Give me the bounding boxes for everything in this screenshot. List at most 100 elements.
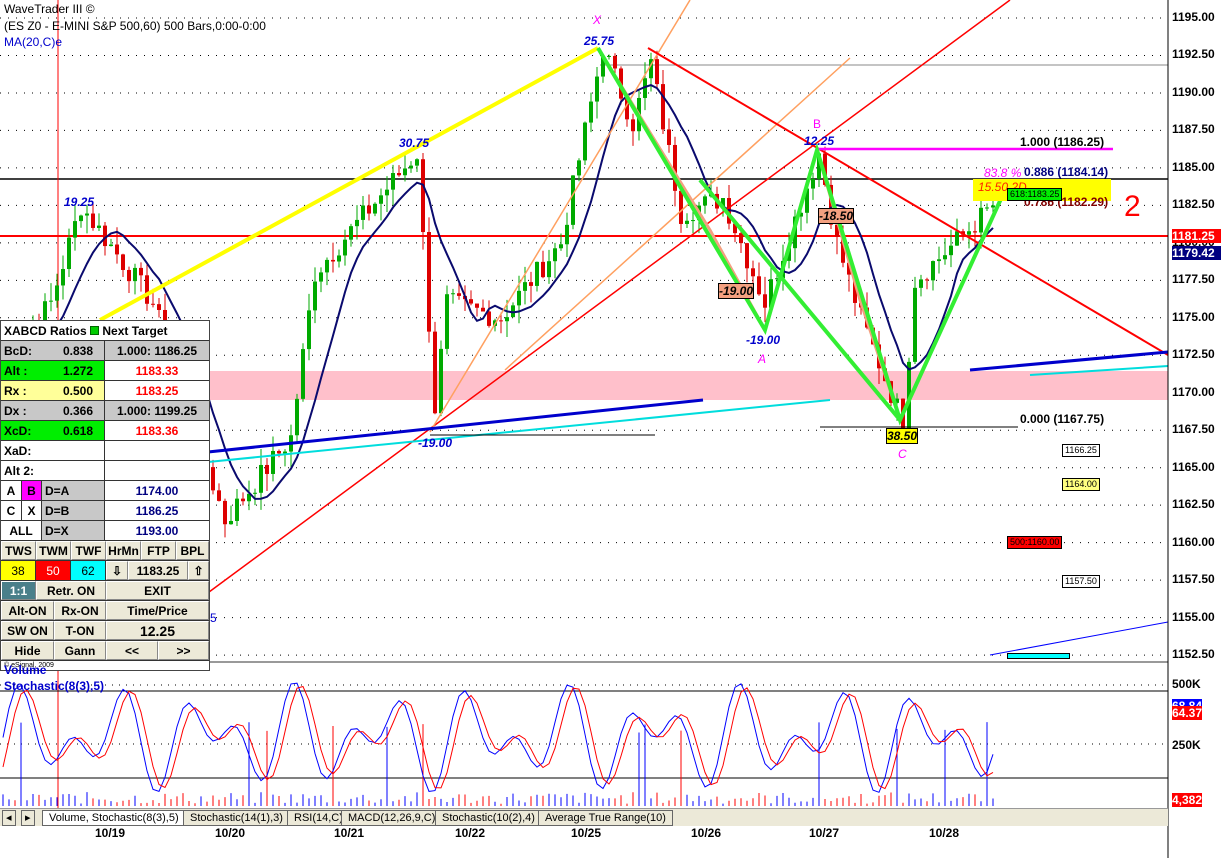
y-tick-label: 1182.50 bbox=[1172, 197, 1215, 212]
volume-bars bbox=[2, 722, 994, 806]
hide-button[interactable]: Hide bbox=[1, 641, 54, 660]
candle bbox=[667, 129, 671, 145]
ratio-label: Rx : 0.500 bbox=[1, 381, 105, 400]
candle bbox=[265, 464, 269, 474]
ratio-38-button[interactable]: 38 bbox=[1, 561, 36, 580]
y-tick-label: 1155.00 bbox=[1172, 609, 1215, 624]
point-all-button[interactable]: ALL bbox=[1, 521, 42, 540]
tab-stochastic-14[interactable]: Stochastic(14(1),3) bbox=[183, 810, 290, 826]
label-c: C bbox=[898, 447, 907, 461]
volume-label: Volume bbox=[4, 663, 47, 677]
x-tick-label: 10/25 bbox=[571, 826, 602, 840]
exit-button[interactable]: EXIT bbox=[106, 581, 209, 600]
level-1164: 1164.00 bbox=[1062, 478, 1100, 491]
candle bbox=[409, 165, 413, 169]
candle bbox=[529, 282, 533, 286]
gann-button[interactable]: Gann bbox=[54, 641, 106, 660]
target-618: 618:1183.25 bbox=[1007, 188, 1063, 201]
xabcd-pattern bbox=[596, 46, 1007, 426]
tab-volume-stochastic[interactable]: Volume, Stochastic(8(3),5) bbox=[42, 810, 186, 826]
point-c-button[interactable]: C bbox=[1, 501, 22, 520]
label-c-value: 38.50 bbox=[886, 428, 919, 444]
candle bbox=[427, 232, 431, 332]
candle bbox=[115, 244, 119, 255]
point-eq: D=X bbox=[42, 521, 105, 540]
candle bbox=[313, 281, 317, 311]
next-button[interactable]: >> bbox=[158, 641, 209, 660]
time-price-button[interactable]: Time/Price bbox=[106, 601, 209, 620]
candle bbox=[661, 84, 665, 130]
x-tick-label: 10/26 bbox=[691, 826, 722, 840]
t-on-button[interactable]: T-ON bbox=[54, 621, 106, 640]
candle bbox=[391, 173, 395, 190]
fib-0: 0.000 (1167.75) bbox=[1020, 412, 1105, 426]
up-arrow-icon[interactable]: ⇧ bbox=[188, 561, 209, 580]
candle bbox=[67, 237, 71, 270]
ratio-1-1-button[interactable]: 1:1 bbox=[1, 581, 36, 600]
candle bbox=[451, 293, 455, 295]
candle bbox=[949, 245, 953, 256]
candle bbox=[145, 275, 149, 304]
label-x-value: 25.75 bbox=[584, 34, 615, 48]
candle bbox=[121, 254, 125, 270]
down-arrow-icon[interactable]: ⇩ bbox=[106, 561, 128, 580]
ratio-row: Dx : 0.366 1.000: 1199.25 bbox=[1, 401, 209, 421]
candle bbox=[607, 55, 611, 57]
y-tick-label: 1167.50 bbox=[1172, 422, 1215, 437]
candle bbox=[229, 520, 233, 525]
bpl-button[interactable]: BPL bbox=[176, 541, 209, 560]
stochastic-label: Stochastic(8(3),5) bbox=[4, 679, 105, 693]
ratio-target: 1.000: 1186.25 bbox=[105, 341, 209, 360]
candle bbox=[253, 492, 257, 494]
ratio-row: Alt 2: bbox=[1, 461, 209, 481]
candle bbox=[241, 498, 245, 502]
sw-on-button[interactable]: SW ON bbox=[1, 621, 54, 640]
candle bbox=[535, 261, 539, 286]
scroll-left-button[interactable]: ◂ bbox=[2, 810, 16, 826]
candle bbox=[109, 244, 113, 247]
tab-macd[interactable]: MACD(12,26,9,C) bbox=[341, 810, 443, 826]
tab-atr[interactable]: Average True Range(10) bbox=[538, 810, 673, 826]
cyan-marker bbox=[1007, 653, 1070, 659]
y-tick-label: 1157.50 bbox=[1172, 572, 1215, 587]
alt-on-button[interactable]: Alt-ON bbox=[1, 601, 54, 620]
ftp-button[interactable]: FTP bbox=[141, 541, 176, 560]
indicator-tabs: ◂ ▸ Volume, Stochastic(8(3),5) Stochasti… bbox=[0, 808, 1168, 826]
tab-stochastic-10[interactable]: Stochastic(10(2),4) bbox=[435, 810, 542, 826]
label-19-00-left: -19.00 bbox=[418, 436, 453, 450]
candle bbox=[583, 122, 587, 161]
point-b-button[interactable]: B bbox=[22, 481, 42, 500]
candle bbox=[739, 233, 743, 244]
candle bbox=[373, 203, 377, 214]
label-19-00-box: -19.00 bbox=[718, 283, 755, 299]
level-1166-25: 1166.25 bbox=[1062, 444, 1100, 457]
scroll-right-button[interactable]: ▸ bbox=[21, 810, 35, 826]
x-tick-label: 10/19 bbox=[95, 826, 126, 840]
candle bbox=[235, 498, 239, 521]
twf-button[interactable]: TWF bbox=[71, 541, 106, 560]
ratio-50-button[interactable]: 50 bbox=[36, 561, 71, 580]
rx-on-button[interactable]: Rx-ON bbox=[54, 601, 106, 620]
point-a-button[interactable]: A bbox=[1, 481, 22, 500]
candle bbox=[403, 168, 407, 176]
retr-on-button[interactable]: Retr. ON bbox=[36, 581, 106, 600]
y-tick-label: 1162.50 bbox=[1172, 497, 1215, 512]
prev-button[interactable]: << bbox=[106, 641, 158, 660]
price-field[interactable]: 1183.25 bbox=[128, 561, 188, 580]
point-value: 1174.00 bbox=[135, 483, 179, 498]
candle bbox=[589, 101, 593, 123]
tws-button[interactable]: TWS bbox=[1, 541, 36, 560]
ratio-value: 1.272 bbox=[62, 363, 93, 378]
point-x-button[interactable]: X bbox=[22, 501, 42, 520]
level-1160: 500:1160.00 bbox=[1007, 536, 1063, 549]
ratio-62-button[interactable]: 62 bbox=[71, 561, 106, 580]
hrmn-button[interactable]: HrMn bbox=[106, 541, 141, 560]
stochastic-k-line bbox=[2, 682, 994, 793]
twm-button[interactable]: TWM bbox=[36, 541, 71, 560]
label-b: B bbox=[813, 117, 822, 131]
ratio-row: Rx : 0.500 1183.25 bbox=[1, 381, 209, 401]
candle bbox=[595, 76, 599, 102]
last-price-badge: 1181.25 bbox=[1172, 229, 1221, 243]
axis-250k: 250K bbox=[1172, 738, 1201, 752]
candle bbox=[979, 207, 983, 233]
